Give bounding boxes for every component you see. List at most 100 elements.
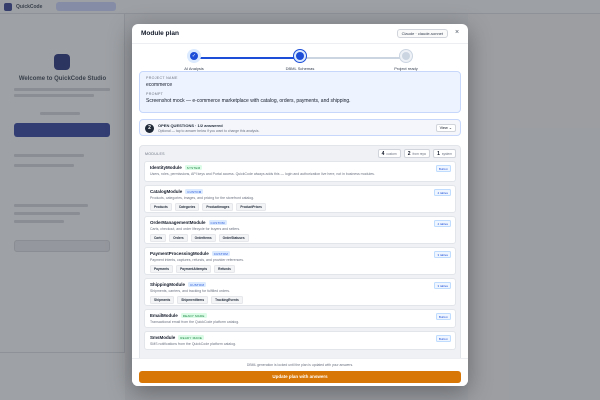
module-table-tag: 4 tables <box>434 189 451 196</box>
modules-label: MODULES <box>145 152 165 156</box>
table-chip: Payments <box>150 265 174 273</box>
model-selector[interactable]: Claude · claude-sonnet <box>396 29 448 38</box>
module-card-sms[interactable]: SmsModule READY MADE SMS notifications f… <box>144 331 456 350</box>
project-name-label: PROJECT NAME <box>146 76 178 80</box>
module-table-tag: Built-in <box>435 313 451 320</box>
count-label: from repo <box>412 151 427 156</box>
module-name-row: SmsModule READY MADE <box>150 335 450 340</box>
questions-view-button[interactable]: View ⌄ <box>435 124 456 132</box>
table-chip: Orders <box>169 234 188 242</box>
table-chip: Categories <box>174 203 200 211</box>
questions-subtitle: Optional — tap to answer below if you wa… <box>158 129 260 133</box>
close-icon[interactable]: × <box>452 28 462 38</box>
module-description: Transactional email from the QuickCode p… <box>150 320 240 324</box>
table-chip: ShipmentItems <box>177 296 209 304</box>
step-ai-analysis: ✓ AI Analysis <box>154 49 234 71</box>
module-card-email[interactable]: EmailModule READY MADE Transactional ema… <box>144 309 456 328</box>
module-name-row: PaymentProcessingModule CUSTOM <box>150 251 450 256</box>
count-label: custom <box>386 151 397 156</box>
module-description: Shipments, carriers, and tracking for fu… <box>150 289 230 293</box>
module-table-tag: Built-in <box>435 165 451 172</box>
module-name-row: OrderManagementModule CUSTOM <box>150 220 450 225</box>
module-badge: READY MADE <box>180 313 207 318</box>
table-chip: Shipments <box>150 296 175 304</box>
active-dot-icon <box>296 52 304 60</box>
modal-content[interactable]: PROJECT NAME ecommerce PROMPT Screenshot… <box>139 71 461 362</box>
modal-title: Module plan <box>141 30 179 37</box>
module-name: IdentityModule <box>150 165 182 170</box>
module-card-catalog[interactable]: CatalogModule CUSTOM Products, categorie… <box>144 185 456 213</box>
step-dot <box>399 49 413 63</box>
pending-dot-icon <box>402 52 410 60</box>
module-badge: CUSTOM <box>208 220 227 225</box>
module-badge: CUSTOM <box>188 282 207 287</box>
module-card-payment-processing[interactable]: PaymentProcessingModule CUSTOM Payment i… <box>144 247 456 275</box>
module-name: PaymentProcessingModule <box>150 251 209 256</box>
table-chip: OrderItems <box>190 234 216 242</box>
module-description: Carts, checkout, and order lifecycle for… <box>150 227 241 231</box>
module-counts: 4 custom 2 from repo 1 system <box>377 149 456 158</box>
count-label: system <box>441 151 452 156</box>
module-description: Payment intents, captures, refunds, and … <box>150 258 244 262</box>
footer-note: DBML generation is locked until the plan… <box>246 363 354 367</box>
module-table-tag: Built-in <box>435 335 451 342</box>
step-dot <box>293 49 307 63</box>
modal-header: Module plan Claude · claude-sonnet × <box>132 24 468 44</box>
module-name: OrderManagementModule <box>150 220 206 225</box>
table-chip: OrderStatuses <box>218 234 249 242</box>
step-dot: ✓ <box>187 49 201 63</box>
count-system: 1 system <box>433 149 456 158</box>
count-from-repo: 2 from repo <box>403 149 431 158</box>
modules-section: MODULES 4 custom 2 from repo 1 system Id… <box>139 145 461 362</box>
module-table-tag: 4 tables <box>434 220 451 227</box>
project-summary: PROJECT NAME ecommerce PROMPT Screenshot… <box>139 71 461 113</box>
open-questions-bar[interactable]: 2 OPEN QUESTIONS · 1/2 answered Optional… <box>139 119 461 136</box>
update-plan-button[interactable]: Update plan with answers <box>139 371 461 383</box>
module-plan-modal: Module plan Claude · claude-sonnet × ✓ A… <box>132 24 468 386</box>
step-dbml-schemas: DBML Schemas <box>260 49 340 71</box>
table-chip: TrackingEvents <box>211 296 243 304</box>
count-number: 1 <box>437 150 440 157</box>
table-chip: PaymentAttempts <box>176 265 212 273</box>
module-name-row: CatalogModule CUSTOM <box>150 189 450 194</box>
module-card-shipping[interactable]: ShippingModule CUSTOM Shipments, carrier… <box>144 278 456 306</box>
table-chip: ProductPrices <box>236 203 266 211</box>
project-name: ecommerce <box>146 82 173 88</box>
prompt-label: PROMPT <box>146 92 164 96</box>
count-custom: 4 custom <box>377 149 401 158</box>
table-chip: Refunds <box>214 265 235 273</box>
module-description: Users, roles, permissions, API keys and … <box>150 172 375 176</box>
table-chip: Products <box>150 203 172 211</box>
module-name: ShippingModule <box>150 282 185 287</box>
questions-count-badge: 2 <box>145 124 154 133</box>
modal-footer: DBML generation is locked until the plan… <box>132 358 468 386</box>
module-name: SmsModule <box>150 335 176 340</box>
table-chip: ProductImages <box>202 203 234 211</box>
module-description: Products, categories, images, and pricin… <box>150 196 255 200</box>
module-name-row: ShippingModule CUSTOM <box>150 282 450 287</box>
module-badge: READY MADE <box>178 335 205 340</box>
module-description: SMS notifications from the QuickCode pla… <box>150 342 236 346</box>
module-badge: CUSTOM <box>211 251 230 256</box>
module-table-tag: 3 tables <box>434 251 451 258</box>
check-icon: ✓ <box>190 52 198 60</box>
module-badge: CUSTOM <box>185 189 204 194</box>
module-badge: SYSTEM <box>184 165 203 170</box>
module-name-row: IdentityModule SYSTEM <box>150 165 450 170</box>
step-project-ready: Project ready <box>366 49 446 71</box>
module-card-identity[interactable]: IdentityModule SYSTEM Users, roles, perm… <box>144 161 456 182</box>
table-chips: Payments PaymentAttempts Refunds <box>150 265 450 273</box>
module-name: CatalogModule <box>150 189 183 194</box>
module-card-order-management[interactable]: OrderManagementModule CUSTOM Carts, chec… <box>144 216 456 244</box>
table-chips: Carts Orders OrderItems OrderStatuses <box>150 234 450 242</box>
questions-title: OPEN QUESTIONS · 1/2 answered <box>158 123 223 128</box>
table-chips: Products Categories ProductImages Produc… <box>150 203 450 211</box>
module-name: EmailModule <box>150 313 178 318</box>
module-table-tag: 3 tables <box>434 282 451 289</box>
prompt-text: Screenshot mock — e-commerce marketplace… <box>146 98 351 104</box>
table-chips: Shipments ShipmentItems TrackingEvents <box>150 296 450 304</box>
count-number: 4 <box>381 150 385 157</box>
table-chip: Carts <box>150 234 167 242</box>
module-name-row: EmailModule READY MADE <box>150 313 450 318</box>
count-number: 2 <box>407 150 411 157</box>
